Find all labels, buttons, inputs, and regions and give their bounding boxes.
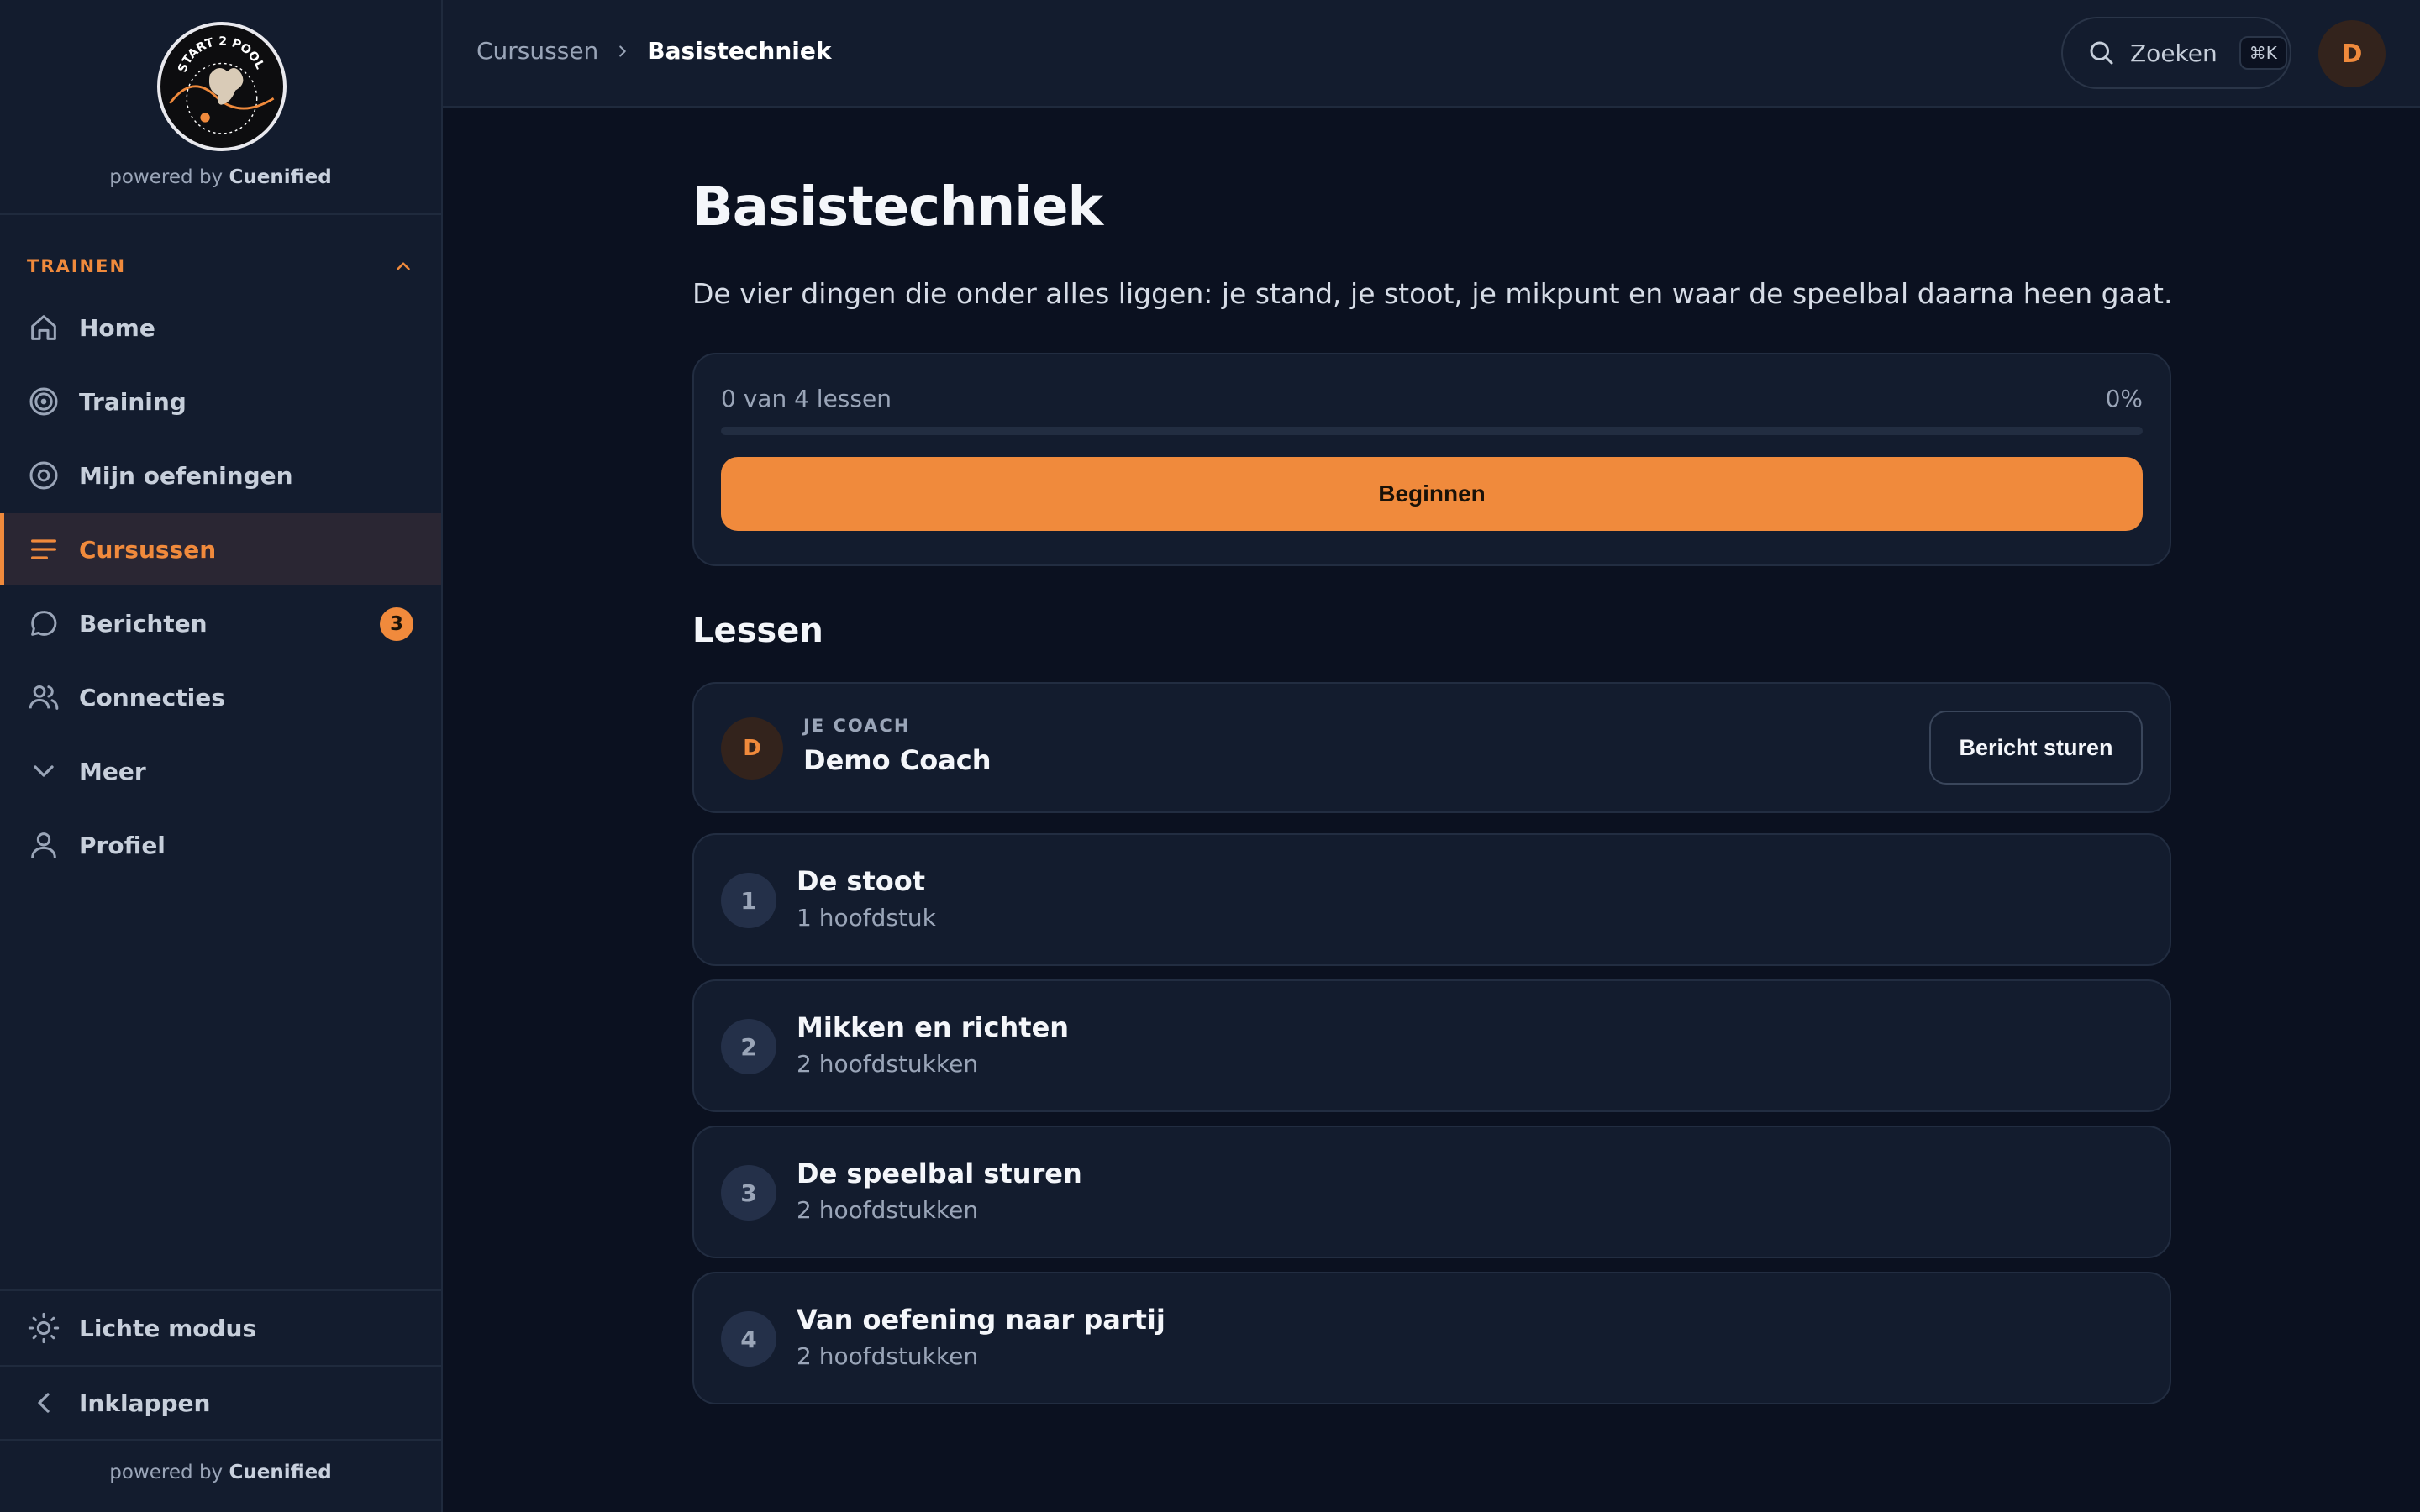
lesson-subtitle: 1 hoofdstuk (797, 904, 936, 932)
sidebar-item-label: Meer (79, 757, 146, 785)
lesson-item[interactable]: 3 De speelbal sturen 2 hoofdstukken (692, 1126, 2171, 1258)
collapse-label: Inklappen (79, 1389, 211, 1417)
coach-name: Demo Coach (803, 744, 992, 776)
divider (0, 1439, 441, 1441)
sidebar-item-meer[interactable]: Meer (0, 735, 441, 807)
sidebar-item-home[interactable]: Home (0, 291, 441, 364)
lesson-number: 4 (721, 1311, 776, 1367)
powered-prefix: powered by (109, 166, 224, 188)
coach-card: D JE COACH Demo Coach Bericht sturen (692, 682, 2171, 813)
user-avatar[interactable]: D (2318, 20, 2386, 87)
sidebar-item-label: Cursussen (79, 535, 217, 564)
collapse-sidebar-button[interactable]: Inklappen (0, 1367, 441, 1439)
user-icon (31, 832, 56, 858)
search-icon (2090, 41, 2113, 65)
sidebar-item-profiel[interactable]: Profiel (0, 809, 441, 881)
brand-header: START 2 POOL powered by Cuenified (0, 0, 441, 215)
section-trainen-toggle[interactable]: TRAINEN (27, 252, 414, 281)
lesson-item[interactable]: 2 Mikken en richten 2 hoofdstukken (692, 979, 2171, 1112)
topbar: Cursussen Basistechniek Zoeken ⌘K D (443, 0, 2420, 108)
sidebar-item-label: Training (79, 387, 187, 416)
progress-bar (721, 427, 2143, 435)
chevron-left-icon (38, 1393, 50, 1413)
theme-toggle[interactable]: Lichte modus (0, 1292, 441, 1364)
chat-icon (31, 611, 57, 636)
progress-card: 0 van 4 lessen 0% Beginnen (692, 353, 2171, 566)
coach-avatar: D (721, 717, 783, 780)
section-title: TRAINEN (27, 256, 127, 276)
lesson-number: 1 (721, 873, 776, 928)
coach-role: JE COACH (803, 716, 911, 736)
list-icon (31, 539, 57, 559)
target-small-icon (29, 461, 58, 490)
start2pool-logo[interactable]: START 2 POOL (157, 22, 287, 151)
lessons-heading: Lessen (692, 612, 823, 650)
lesson-number: 3 (721, 1165, 776, 1221)
lesson-number: 2 (721, 1019, 776, 1074)
sidebar-item-mijn-oefeningen[interactable]: Mijn oefeningen (0, 439, 441, 512)
theme-toggle-label: Lichte modus (79, 1314, 257, 1342)
target-icon (29, 387, 58, 416)
breadcrumb-link-cursussen[interactable]: Cursussen (476, 37, 598, 65)
sidebar-item-label: Mijn oefeningen (79, 461, 293, 490)
powered-by-footer: powered by Cuenified (0, 1462, 441, 1483)
search-shortcut: ⌘K (2238, 36, 2287, 70)
lesson-subtitle: 2 hoofdstukken (797, 1342, 979, 1370)
breadcrumb: Cursussen Basistechniek (476, 37, 832, 65)
breadcrumb-current: Basistechniek (647, 37, 832, 65)
sidebar-item-connecties[interactable]: Connecties (0, 661, 441, 733)
chevron-down-icon (34, 765, 54, 777)
lesson-title: Mikken en richten (797, 1011, 1070, 1043)
start-course-button[interactable]: Beginnen (721, 457, 2143, 531)
progress-text: 0 van 4 lessen (721, 385, 892, 412)
page-title: Basistechniek (692, 176, 1103, 239)
lesson-subtitle: 2 hoofdstukken (797, 1050, 979, 1078)
sidebar-item-training[interactable]: Training (0, 365, 441, 438)
lesson-title: De stoot (797, 865, 926, 897)
lesson-subtitle: 2 hoofdstukken (797, 1196, 979, 1224)
footer-prefix: powered by (109, 1462, 224, 1483)
powered-by: powered by Cuenified (0, 166, 441, 188)
send-message-button[interactable]: Bericht sturen (1929, 711, 2143, 785)
chevron-right-icon (619, 45, 627, 57)
powered-name: Cuenified (229, 166, 332, 188)
sun-icon (28, 1312, 60, 1344)
sidebar-item-berichten[interactable]: Berichten 3 (0, 587, 441, 659)
sidebar-item-label: Home (79, 313, 155, 342)
course-description: De vier dingen die onder alles liggen: j… (692, 277, 2173, 310)
divider (0, 1289, 441, 1291)
sidebar-item-label: Profiel (79, 831, 166, 859)
users-icon (29, 685, 59, 710)
search-button[interactable]: Zoeken ⌘K (2061, 17, 2291, 89)
sidebar: START 2 POOL powered by Cuenified TRAINE… (0, 0, 443, 1512)
sidebar-item-label: Berichten (79, 609, 208, 638)
sidebar-item-label: Connecties (79, 683, 225, 711)
search-label: Zoeken (2130, 39, 2217, 67)
footer-name: Cuenified (229, 1462, 332, 1483)
lesson-item[interactable]: 4 Van oefening naar partij 2 hoofdstukke… (692, 1272, 2171, 1404)
lesson-title: De speelbal sturen (797, 1158, 1082, 1189)
sidebar-item-cursussen[interactable]: Cursussen (0, 513, 441, 585)
unread-badge: 3 (380, 607, 413, 641)
lesson-item[interactable]: 1 De stoot 1 hoofdstuk (692, 833, 2171, 966)
logo-graphic: START 2 POOL (169, 35, 275, 134)
home-icon (31, 315, 56, 340)
lesson-title: Van oefening naar partij (797, 1304, 1165, 1336)
progress-percent: 0% (2105, 385, 2143, 412)
chevron-up-icon (397, 262, 410, 270)
